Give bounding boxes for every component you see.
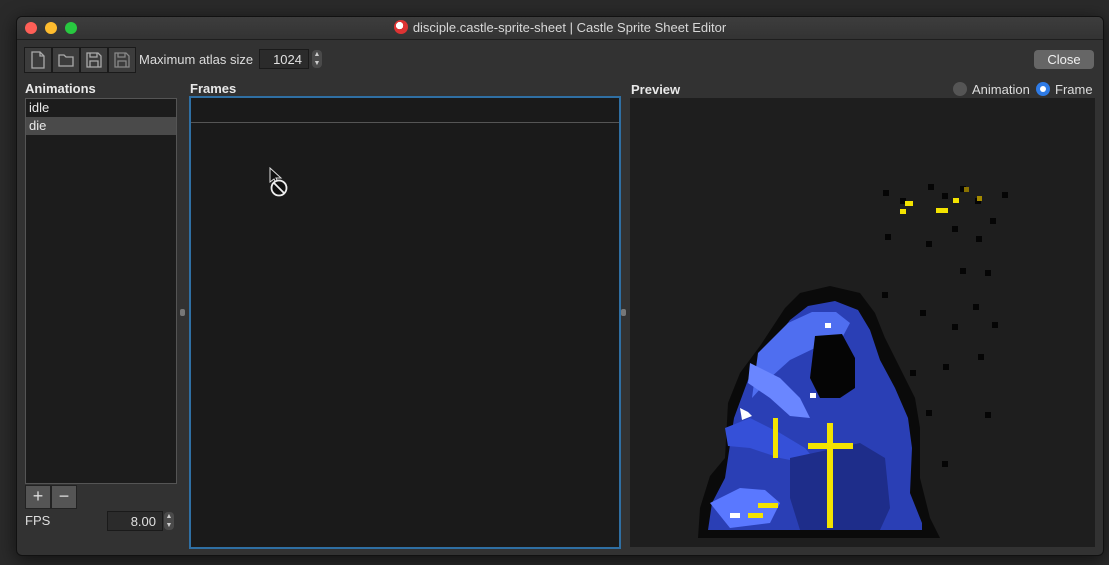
fps-stepper[interactable]: ▲ ▼ [164, 512, 174, 530]
new-file-button[interactable] [24, 47, 52, 73]
preview-title: Preview [631, 82, 681, 97]
frames-panel[interactable] [189, 96, 621, 549]
new-file-icon [31, 51, 45, 69]
save-as-icon [114, 52, 130, 68]
fps-input[interactable]: 8.00 [107, 511, 163, 531]
atlas-size-stepper[interactable]: ▲ ▼ [312, 50, 322, 68]
animation-radio[interactable] [953, 82, 967, 96]
preview-canvas [630, 98, 1095, 547]
atlas-size-label: Maximum atlas size [139, 52, 254, 67]
frame-radio-label[interactable]: Frame [1055, 82, 1093, 97]
editor-window: disciple.castle-sprite-sheet | Castle Sp… [16, 16, 1104, 556]
atlas-size-input[interactable]: 1024 [259, 49, 309, 69]
save-button[interactable] [80, 47, 108, 73]
hooded-figure [698, 286, 940, 538]
open-folder-icon [58, 54, 74, 67]
window-title: disciple.castle-sprite-sheet | Castle Sp… [412, 20, 727, 35]
frames-title: Frames [190, 81, 237, 96]
sprite-preview-image [698, 184, 1008, 538]
save-icon [86, 52, 102, 68]
animations-title: Animations [25, 81, 96, 96]
remove-animation-button[interactable]: − [51, 485, 77, 509]
right-splitter-handle[interactable] [621, 309, 626, 316]
ember-sparks [900, 187, 982, 214]
castle-app-icon [393, 20, 408, 34]
open-folder-button[interactable] [52, 47, 80, 73]
close-button[interactable]: Close [1034, 50, 1094, 69]
add-animation-button[interactable]: + [25, 485, 51, 509]
title-bar: disciple.castle-sprite-sheet | Castle Sp… [17, 17, 1103, 40]
not-allowed-cursor-icon [269, 167, 288, 197]
frame-radio[interactable] [1036, 82, 1050, 96]
left-splitter-handle[interactable] [180, 309, 185, 316]
animation-radio-label[interactable]: Animation [972, 82, 1030, 97]
fps-label: FPS [25, 513, 51, 528]
window-title-wrap: disciple.castle-sprite-sheet | Castle Sp… [17, 20, 1103, 35]
save-as-button[interactable] [108, 47, 136, 73]
frames-header [191, 98, 619, 123]
animations-list: idle die [25, 98, 177, 484]
animation-item-die[interactable]: die [26, 117, 176, 135]
animation-item-idle[interactable]: idle [26, 99, 176, 117]
